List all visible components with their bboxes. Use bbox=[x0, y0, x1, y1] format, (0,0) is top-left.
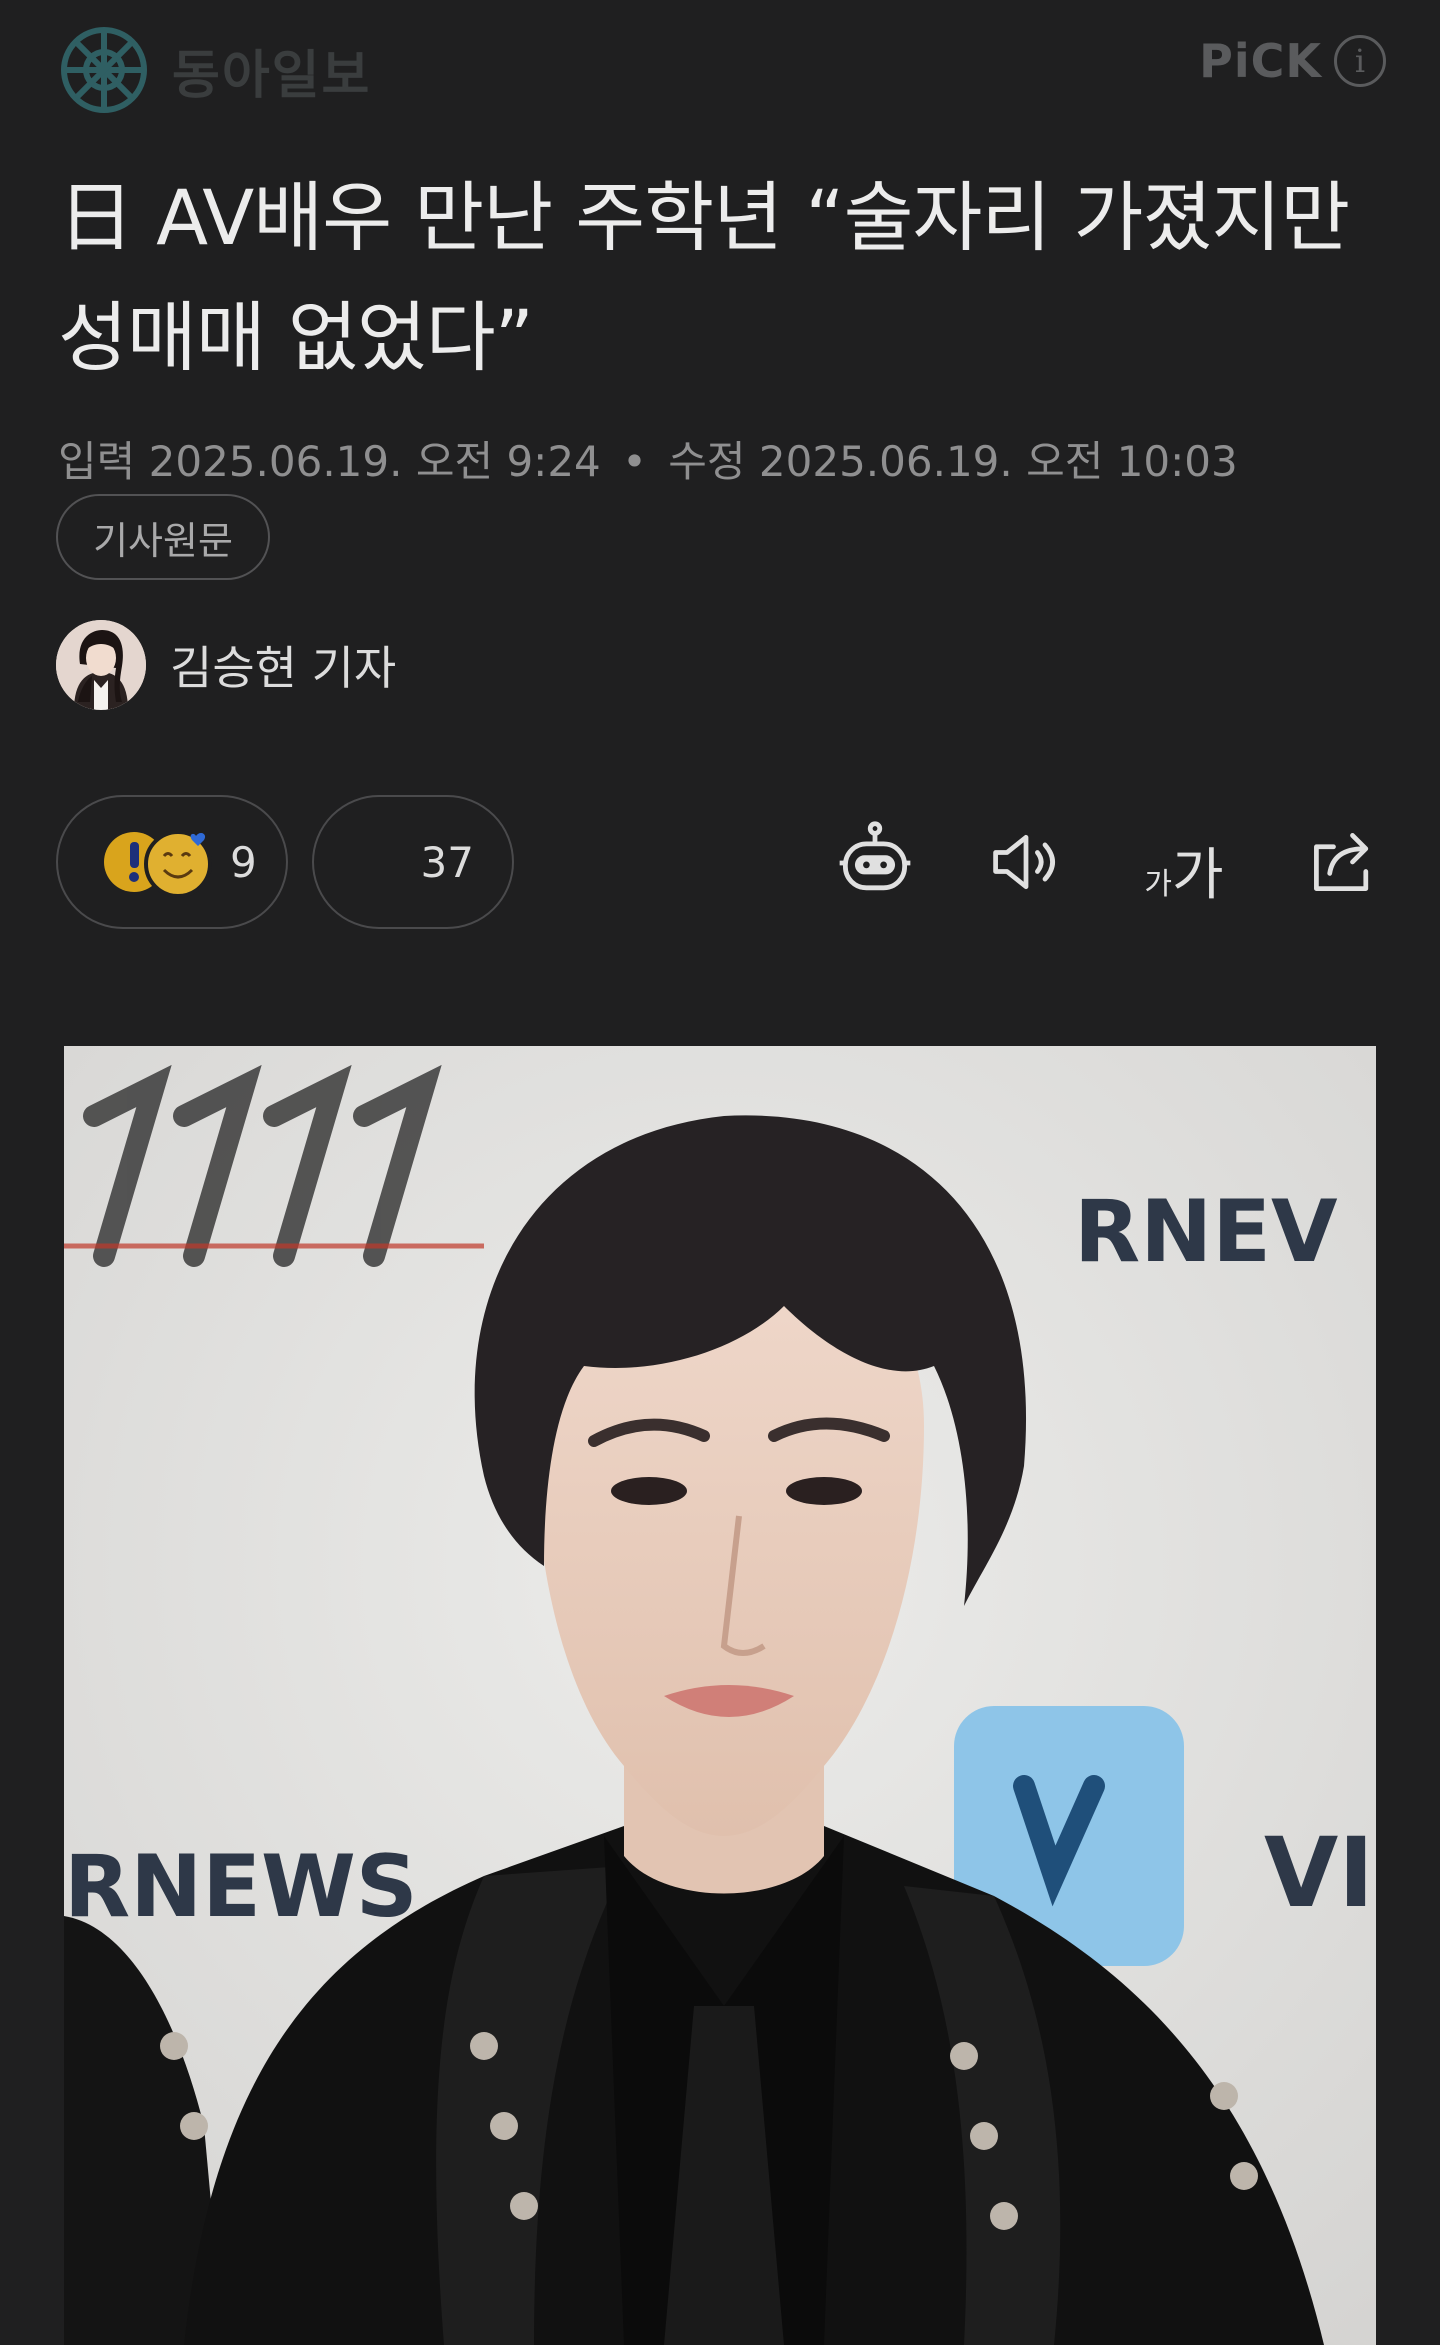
author-avatar[interactable] bbox=[56, 620, 146, 710]
pick-badge[interactable]: PiCK i bbox=[1199, 34, 1386, 88]
press-emblem-icon bbox=[61, 27, 147, 113]
modified-label: 수정 bbox=[668, 437, 746, 486]
robot-summary-icon bbox=[839, 821, 911, 891]
article-dates: 입력 2025.06.19. 오전 9:24 • 수정 2025.06.19. … bbox=[58, 428, 1388, 489]
backdrop-text: RNEV bbox=[1074, 1182, 1338, 1282]
speaker-icon bbox=[993, 834, 1055, 890]
input-date: 2025.06.19. 오전 9:24 bbox=[148, 437, 601, 486]
info-icon[interactable]: i bbox=[1334, 35, 1386, 87]
author-photo-icon bbox=[56, 620, 146, 710]
article-headline: 日 AV배우 만난 주학년 “술자리 가졌지만 성매매 없었다” bbox=[58, 173, 1350, 382]
comment-button[interactable]: 37 bbox=[312, 795, 514, 929]
emotion-reaction-button[interactable]: 9 bbox=[56, 795, 288, 929]
font-size-button[interactable]: 가 가 bbox=[1136, 812, 1232, 912]
listen-button[interactable] bbox=[986, 812, 1066, 912]
emotion-count: 9 bbox=[230, 837, 257, 887]
article-photo[interactable]: RNEV RNEWS VI bbox=[64, 1046, 1376, 2345]
share-button[interactable] bbox=[1300, 812, 1386, 912]
press-name: 동아일보 bbox=[172, 45, 372, 106]
press-logo[interactable]: 동아일보 bbox=[58, 24, 371, 116]
emotion-emojis bbox=[98, 822, 216, 902]
font-small-label: 가 bbox=[1144, 867, 1173, 902]
backdrop-text: VI bbox=[1264, 1817, 1374, 1929]
author-name[interactable]: 김승현 기자 bbox=[170, 632, 396, 698]
modified-date: 2025.06.19. 오전 10:03 bbox=[758, 437, 1238, 486]
font-large-label: 가 bbox=[1172, 843, 1224, 908]
author-info[interactable]: 김승현 기자 bbox=[56, 620, 396, 710]
surprise-emoji-icon bbox=[104, 830, 212, 898]
article-photo-image: RNEV RNEWS VI bbox=[64, 1046, 1376, 2345]
comment-count: 37 bbox=[420, 837, 474, 887]
summary-bot-button[interactable] bbox=[830, 812, 920, 912]
input-label: 입력 bbox=[58, 437, 136, 486]
backdrop-text: RNEWS bbox=[64, 1837, 418, 1937]
date-separator: • bbox=[622, 437, 647, 486]
top-bar: 동아일보 PiCK i bbox=[0, 0, 1440, 140]
original-article-button[interactable]: 기사원문 bbox=[56, 494, 270, 580]
share-icon bbox=[1314, 833, 1369, 891]
pick-label: PiCK bbox=[1199, 34, 1322, 88]
